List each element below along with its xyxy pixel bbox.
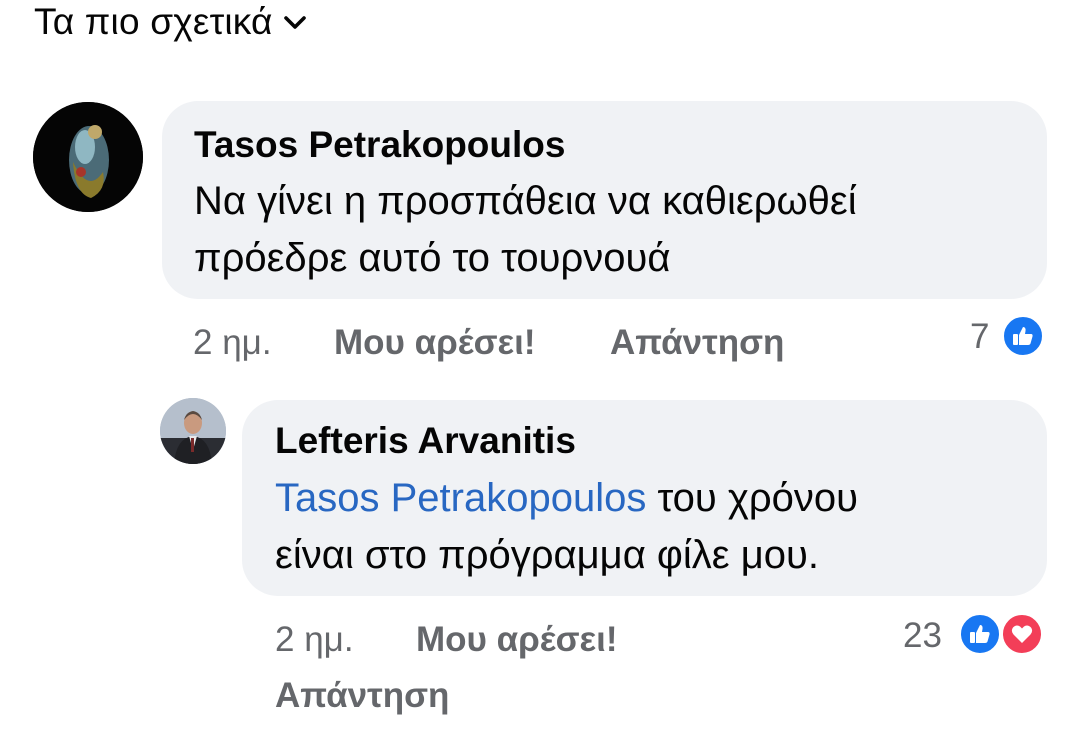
comment-timestamp[interactable]: 2 ημ. xyxy=(275,620,354,660)
comment-text-rest: του χρόνου xyxy=(646,476,859,520)
sort-label: Τα πιο σχετικά xyxy=(34,1,273,42)
sort-dropdown[interactable]: Τα πιο σχετικά xyxy=(34,0,307,44)
reaction-count[interactable]: 23 xyxy=(903,616,942,656)
reply-bubble: Lefteris Arvanitis Tasos Petrakopoulos τ… xyxy=(242,400,1047,596)
comment-bubble: Tasos Petrakopoulos Να γίνει η προσπάθει… xyxy=(162,101,1047,299)
like-button[interactable]: Μου αρέσει! xyxy=(416,620,618,660)
chevron-down-icon xyxy=(283,11,307,35)
reply-button[interactable]: Απάντηση xyxy=(275,676,449,716)
comment-line: πρόεδρε αυτό το τουρνουά xyxy=(194,236,671,280)
like-reaction-icon[interactable] xyxy=(958,612,1002,656)
comment-line: είναι στο πρόγραμμα φίλε μου. xyxy=(275,533,819,577)
reply-button[interactable]: Απάντηση xyxy=(610,323,784,363)
comment-line: Tasos Petrakopoulos του χρόνου xyxy=(275,470,858,527)
love-reaction-icon[interactable] xyxy=(1000,612,1044,656)
like-reaction-icon[interactable] xyxy=(1001,314,1045,358)
comment-author[interactable]: Tasos Petrakopoulos xyxy=(194,124,565,166)
comment-timestamp[interactable]: 2 ημ. xyxy=(193,323,272,363)
like-button[interactable]: Μου αρέσει! xyxy=(334,323,536,363)
avatar[interactable] xyxy=(33,102,143,212)
comment-text: Tasos Petrakopoulos του χρόνου είναι στο… xyxy=(275,470,858,584)
comment-line: Να γίνει η προσπάθεια να καθιερωθεί xyxy=(194,179,857,223)
comment-author[interactable]: Lefteris Arvanitis xyxy=(275,420,576,462)
comment-text: Να γίνει η προσπάθεια να καθιερωθεί πρόε… xyxy=(194,173,857,287)
avatar[interactable] xyxy=(160,398,226,464)
mention-link[interactable]: Tasos Petrakopoulos xyxy=(275,476,646,520)
reaction-count[interactable]: 7 xyxy=(970,317,989,357)
